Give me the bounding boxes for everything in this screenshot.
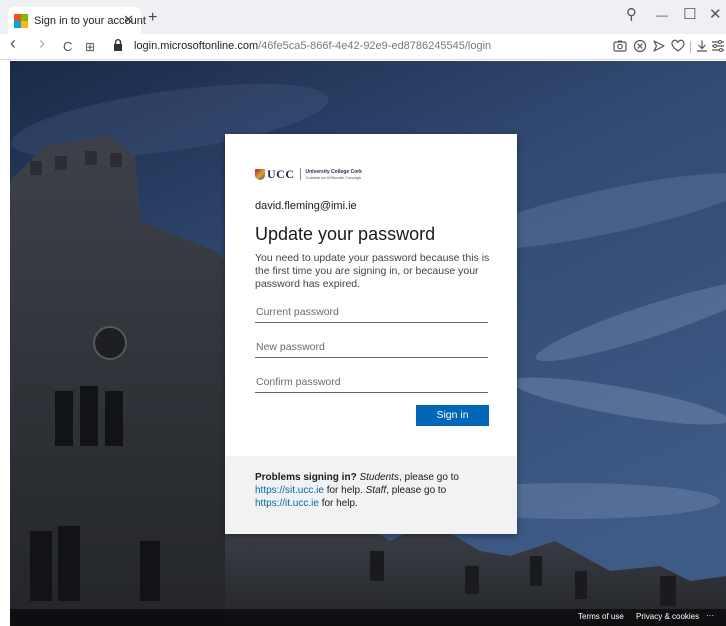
new-tab-button[interactable]: +	[148, 10, 157, 26]
address-bar: ‹ › C ⊞ login.microsoftonline.com/46fe5c…	[0, 34, 726, 60]
microsoft-logo-icon	[14, 13, 28, 28]
speed-dial-icon[interactable]: ⊞	[85, 39, 95, 55]
browser-window: Sign in to your account ✕ + ⚲ — ☐ ✕ ‹ › …	[0, 0, 726, 626]
ucc-logo-name: University College Cork Coláiste na hOll…	[306, 169, 362, 180]
reload-button[interactable]: C	[63, 39, 72, 55]
search-icon[interactable]: ⚲	[626, 6, 637, 24]
privacy-cookies-link[interactable]: Privacy & cookies	[636, 612, 699, 621]
sit-help-link[interactable]: https://sit.ucc.ie	[255, 485, 324, 496]
close-window-button[interactable]: ✕	[709, 6, 722, 24]
url-host: login.microsoftonline.com	[134, 40, 259, 52]
help-section: Problems signing in? Students, please go…	[225, 456, 517, 534]
heart-icon[interactable]	[670, 38, 686, 54]
easy-setup-icon[interactable]	[710, 38, 726, 54]
page-title: Update your password	[255, 224, 436, 244]
snapshot-icon[interactable]	[612, 38, 628, 54]
ucc-name-irish: Coláiste na hOllscoile Corcaigh	[305, 174, 362, 180]
ad-blocker-icon[interactable]	[632, 38, 648, 54]
back-button[interactable]: ‹	[10, 34, 16, 52]
ucc-logo: UCC University College Cork Coláiste na …	[255, 167, 362, 181]
more-options-icon[interactable]: ···	[706, 611, 714, 620]
current-password-input[interactable]	[255, 301, 488, 323]
url-field[interactable]: login.microsoftonline.com/46fe5ca5-866f-…	[134, 39, 491, 53]
page-footer: Terms of use Privacy & cookies ···	[10, 609, 726, 626]
help-text-4: for help.	[318, 498, 358, 509]
help-staff: Staff	[365, 485, 387, 496]
account-identity: david.fleming@imi.ie	[255, 200, 357, 212]
it-help-link[interactable]: https://it.ucc.ie	[255, 498, 319, 509]
ucc-abbr: UCC	[267, 166, 295, 181]
maximize-button[interactable]: ☐	[683, 6, 696, 24]
download-icon[interactable]	[694, 38, 710, 54]
terms-of-use-link[interactable]: Terms of use	[578, 612, 624, 621]
help-students: Students	[359, 472, 399, 483]
help-text-2: for help.	[323, 485, 366, 496]
help-heading: Problems signing in?	[255, 472, 357, 483]
toolbar-divider	[690, 41, 691, 53]
new-password-input[interactable]	[255, 336, 488, 358]
logo-divider	[299, 168, 301, 180]
send-icon[interactable]	[651, 38, 667, 54]
help-text-1: , please go to	[398, 472, 459, 483]
help-text-3: , please go to	[386, 485, 447, 496]
update-description: You need to update your password because…	[255, 252, 490, 290]
lock-icon[interactable]	[113, 39, 123, 51]
forward-button[interactable]: ›	[39, 34, 45, 52]
ucc-logo-mark: UCC	[255, 167, 295, 182]
help-text: Problems signing in? Students, please go…	[255, 471, 491, 510]
confirm-password-input[interactable]	[255, 371, 488, 393]
login-card: UCC University College Cork Coláiste na …	[225, 134, 517, 534]
tab-close-icon[interactable]: ✕	[123, 13, 134, 27]
url-path: /46fe5ca5-866f-4e42-92e9-ed8786245545/lo…	[258, 40, 492, 52]
minimize-button[interactable]: —	[656, 6, 668, 24]
tab-sign-in[interactable]: Sign in to your account ✕	[8, 7, 146, 34]
tab-bar: Sign in to your account ✕ + ⚲ — ☐ ✕	[0, 0, 726, 34]
ucc-crest-icon	[255, 168, 265, 180]
sign-in-button[interactable]: Sign in	[416, 405, 489, 426]
page-viewport: UCC University College Cork Coláiste na …	[10, 61, 726, 626]
